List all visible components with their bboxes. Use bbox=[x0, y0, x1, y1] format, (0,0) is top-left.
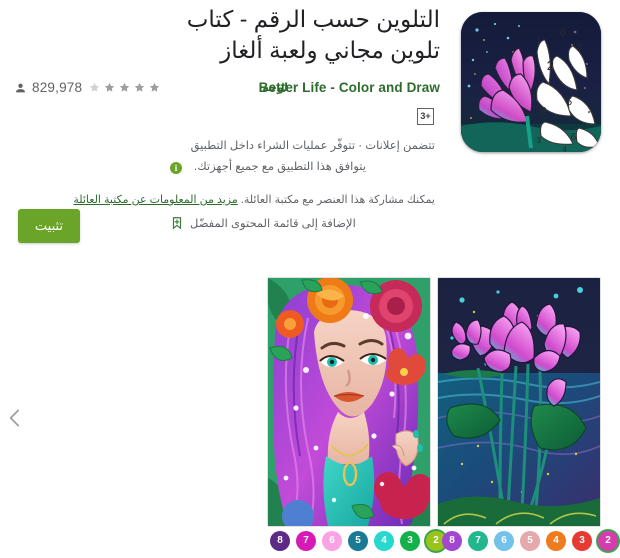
wishlist-label: الإضافة إلى قائمة المحتوى المفضّل bbox=[190, 218, 356, 230]
family-learn-more-link[interactable]: مزيد من المعلومات عن مكتبة العائلة bbox=[73, 194, 237, 206]
install-button[interactable]: تثبيت bbox=[18, 209, 80, 243]
color-swatch[interactable]: 7 bbox=[468, 531, 488, 551]
color-swatch[interactable]: 8 bbox=[442, 531, 462, 551]
screenshot-gallery bbox=[267, 277, 601, 527]
family-share-text: يمكنك مشاركة هذا العنصر مع مكتبة العائلة… bbox=[240, 194, 435, 206]
page-title: التلوين حسب الرقم - كتاب تلوين مجاني ولع… bbox=[178, 4, 440, 66]
app-meta-row: Better Life - Color and Draw لوحة 829,97… bbox=[0, 80, 440, 100]
family-share-line: يمكنك مشاركة هذا العنصر مع مكتبة العائلة… bbox=[73, 192, 435, 208]
person-icon bbox=[16, 83, 25, 92]
app-header: 1 2 8 5 6 6 7 3 4 التلوين حسب الرقم - كت… bbox=[0, 0, 620, 258]
monetization-note: تتضمن إعلانات · تتوفّر عمليات الشراء داخ… bbox=[190, 140, 435, 152]
star-icon bbox=[120, 82, 130, 92]
color-swatch[interactable]: 3 bbox=[400, 531, 420, 551]
star-icon bbox=[105, 82, 115, 92]
app-notes: تتضمن إعلانات · تتوفّر عمليات الشراء داخ… bbox=[170, 138, 435, 176]
color-swatch[interactable]: 5 bbox=[520, 531, 540, 551]
svg-text:7: 7 bbox=[577, 43, 583, 55]
color-swatch[interactable]: 7 bbox=[296, 531, 316, 551]
rating-stars bbox=[89, 82, 164, 93]
svg-text:6: 6 bbox=[560, 27, 566, 39]
app-title: التلوين حسب الرقم - كتاب تلوين مجاني ولع… bbox=[186, 6, 440, 63]
color-swatch[interactable]: 5 bbox=[348, 531, 368, 551]
star-icon bbox=[135, 82, 145, 92]
palette-screenshot-1: 2 3 4 5 6 7 8 bbox=[442, 531, 618, 551]
color-swatch[interactable]: 4 bbox=[546, 531, 566, 551]
palette-screenshot-2: 2 3 4 5 6 7 8 bbox=[270, 531, 446, 551]
star-icon bbox=[90, 82, 100, 92]
bookmark-add-icon[interactable] bbox=[170, 215, 184, 231]
svg-text:2: 2 bbox=[547, 58, 554, 73]
color-swatch[interactable]: 6 bbox=[494, 531, 514, 551]
svg-text:3: 3 bbox=[537, 136, 542, 145]
color-swatch[interactable]: 3 bbox=[572, 531, 592, 551]
svg-text:5: 5 bbox=[566, 97, 572, 108]
svg-text:8: 8 bbox=[540, 104, 547, 119]
compatibility-note: يتوافق هذا التطبيق مع جميع أجهزتك. i bbox=[170, 159, 435, 176]
developer-extra-label[interactable]: لوحة bbox=[262, 81, 288, 94]
color-swatch[interactable]: 8 bbox=[270, 531, 290, 551]
screenshot-girl-flowers[interactable] bbox=[267, 277, 431, 527]
prev-arrow-button[interactable] bbox=[2, 405, 28, 431]
installs-block: 829,978 bbox=[14, 80, 164, 95]
svg-text:4: 4 bbox=[563, 145, 568, 152]
wishlist-row[interactable]: الإضافة إلى قائمة المحتوى المفضّل bbox=[170, 215, 435, 231]
svg-text:1: 1 bbox=[537, 36, 542, 45]
app-icon[interactable]: 1 2 8 5 6 6 7 3 4 bbox=[461, 12, 601, 152]
install-count: 829,978 bbox=[32, 80, 83, 95]
color-swatch[interactable]: 4 bbox=[374, 531, 394, 551]
content-rating-badge[interactable]: 3+ bbox=[417, 108, 434, 125]
screenshot-lotus-pond[interactable] bbox=[437, 277, 601, 527]
compatibility-text: يتوافق هذا التطبيق مع جميع أجهزتك. bbox=[194, 161, 366, 173]
color-swatch[interactable]: 6 bbox=[322, 531, 342, 551]
color-swatch[interactable]: 2 bbox=[598, 531, 618, 551]
svg-text:6: 6 bbox=[570, 132, 576, 143]
star-icon bbox=[150, 82, 160, 92]
family-library-block: يمكنك مشاركة هذا العنصر مع مكتبة العائلة… bbox=[73, 192, 435, 231]
info-icon: i bbox=[170, 161, 182, 174]
